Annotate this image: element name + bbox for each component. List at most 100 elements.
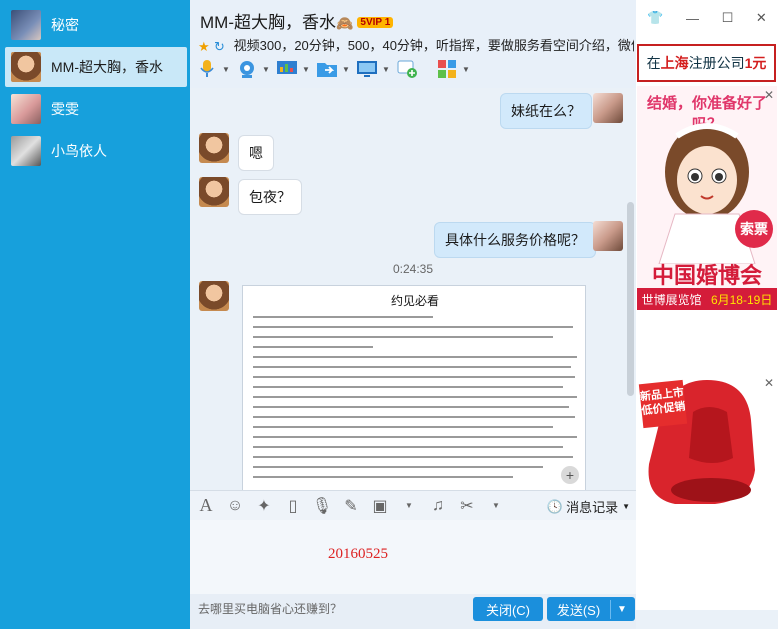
chevron-down-icon: ▼ [222,64,230,74]
font-icon: A [199,495,213,515]
skin-icon[interactable]: 👕 [647,10,663,26]
ad-text: 在 [646,55,661,71]
vip-badge: 5VIP 1 [357,17,394,28]
voice-message-button[interactable]: 🎙 [309,495,335,517]
add-chat-icon [397,60,417,78]
history-label: 消息记录 [566,500,619,515]
send-file-button[interactable]: ▼ [316,56,356,82]
apps-grid-icon [438,60,456,78]
screenshot-options-dropdown[interactable]: ▼ [483,495,509,517]
doc-text-line [253,466,543,468]
magic-button[interactable]: ✦ [251,495,277,517]
doc-text-line [253,366,571,368]
input-toolbar: A ☺ ✦ ▯ 🎙 ✎ ▣ ▼ ♫ ✂ ▼ 🕓 消息记录 ▼ [190,490,636,520]
wedding-venue: 世博展览馆 [641,292,702,307]
music-button[interactable]: ♫ [425,495,451,517]
contact-name: 秘密 [51,17,79,33]
close-icon[interactable]: ✕ [756,10,767,26]
my-avatar [593,221,623,251]
send-image-button[interactable]: ▣ [367,495,393,517]
chevron-down-icon: ▼ [462,64,470,74]
ad-banner-car-seat[interactable]: 新品上市 低价促销 [637,372,777,510]
message-timestamp: 0:24:35 [392,262,434,276]
contact-item-xiaoniao[interactable]: 小鸟依人 [5,131,187,171]
message-input[interactable]: 20160525 [190,520,636,594]
contact-item-mm[interactable]: MM-超大胸，香水 [5,47,187,87]
contact-avatar-small [199,133,229,163]
screenshot-button[interactable]: ✂ [454,495,480,517]
message-bubble-theirs: 嗯 [238,135,274,171]
font-button[interactable]: A [193,495,219,517]
zoom-in-icon[interactable]: + [561,466,579,484]
ad-close-icon[interactable]: ✕ [764,88,774,102]
maximize-icon[interactable]: ☐ [722,10,734,26]
chat-title: MM-超大胸，香水🙈 5VIP 1 [200,8,394,33]
clock-icon: 🕓 [546,498,564,514]
window-controls: 👕 — ☐ ✕ [636,8,778,28]
chevron-down-icon: ▼ [622,502,630,511]
shake-button[interactable]: ▯ [280,495,306,517]
send-bar: 去哪里买电脑省心还赚到？ 关闭(C) 发送(S) ▼ [190,594,636,629]
chat-title-text: MM-超大胸，香水 [200,13,336,32]
contact-item-mimi[interactable]: 秘密 [5,5,187,45]
send-button[interactable]: 发送(S) ▼ [547,597,635,621]
contact-item-wenwen[interactable]: 雯雯 [5,89,187,129]
image-message[interactable]: 约见必看 + [242,285,586,490]
emoji-button[interactable]: ☺ [222,495,248,517]
ad-banner-company[interactable]: 在上海 注册公司 1元 [637,44,776,82]
contact-name: 雯雯 [51,101,79,117]
message-bubble-mine: 妹纸在么？ [500,93,592,129]
close-button[interactable]: 关闭(C) [473,597,543,621]
remote-assist-button[interactable]: ▼ [276,56,316,82]
chevron-down-icon: ▼ [382,64,390,74]
contact-avatar-small [199,281,229,311]
refresh-icon: ↻ [214,39,225,54]
image-options-dropdown[interactable]: ▼ [396,495,422,517]
minimize-icon[interactable]: — [686,11,699,26]
promo-link[interactable]: 去哪里买电脑省心还赚到？ [198,600,342,617]
doc-text-line [253,376,575,378]
message-history-button[interactable]: 🕓 消息记录 ▼ [547,497,630,516]
smile-icon: ☺ [226,496,244,514]
draft-text: 20160525 [328,546,388,562]
chat-header: MM-超大胸，香水🙈 5VIP 1 ★ ↻ 视频300，20分钟，500，40分钟，… [190,0,636,88]
ad-close-icon[interactable]: ✕ [764,376,774,390]
image-icon: ▣ [372,497,388,515]
wedding-date: 6月18-19日 [710,292,773,307]
ad-banner-wedding[interactable]: 结婚，你准备好了吗？ 索票 中国婚博会 世博展览馆 6月18-19日 [637,86,777,310]
doodle-button[interactable]: ✎ [338,495,364,517]
video-call-button[interactable]: ▼ [236,56,276,82]
doc-text-line [253,446,563,448]
contact-avatar [11,136,41,166]
doc-text-line [253,326,573,328]
apps-button[interactable]: ▼ [436,56,476,82]
scroll-thumb[interactable] [627,202,634,396]
ticket-badge[interactable]: 索票 [735,210,773,248]
chevron-down-icon: ▼ [302,64,310,74]
magic-wand-icon: ✦ [257,497,271,515]
music-note-icon: ♫ [432,496,444,514]
microphone-icon: 🎙 [311,497,333,515]
message-list[interactable]: 妹纸在么？ 嗯 包夜？ 具体什么服务价格呢？ 0:24:35 约见必看 + [190,88,636,490]
create-group-button[interactable] [396,56,436,82]
chevron-down-icon: ▼ [405,501,413,510]
contact-list: 秘密 MM-超大胸，香水 雯雯 小鸟依人 [0,0,190,629]
new-product-tag: 新品上市 低价促销 [638,379,688,429]
screen-capture-button[interactable]: ▼ [356,56,396,82]
doc-text-line [253,436,577,438]
message-bubble-mine: 具体什么服务价格呢？ [434,222,596,258]
chevron-down-icon: ▼ [262,64,270,74]
voice-call-button[interactable]: ▼ [196,56,236,82]
contact-name: MM-超大胸，香水 [51,59,163,75]
my-avatar [593,93,623,123]
chevron-down-icon: ▼ [492,501,500,510]
screen-share-icon [277,61,297,74]
vibrate-icon: ▯ [288,497,298,515]
ad-sidebar: 👕 — ☐ ✕ 在上海 注册公司 1元 结婚，你准备好了吗？ 索票 中国婚博会 世博… [636,0,778,629]
message-scrollbar[interactable] [626,94,634,486]
doc-text-line [253,386,563,388]
doc-text-line [253,336,553,338]
microphone-icon [200,60,214,77]
contact-name: 小鸟依人 [51,143,107,159]
send-options-chevron-icon[interactable]: ▼ [611,604,633,615]
